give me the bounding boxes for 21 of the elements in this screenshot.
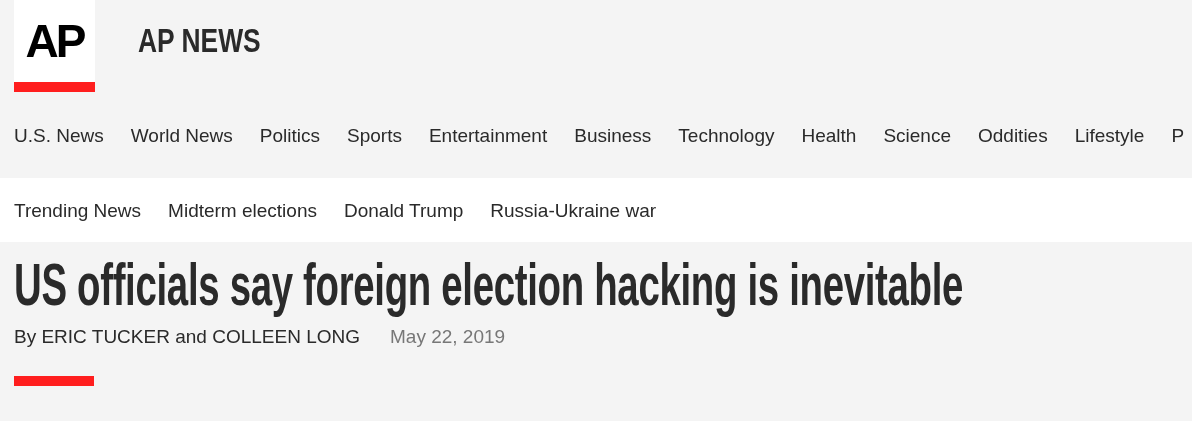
nav-link[interactable]: Health <box>801 125 857 145</box>
logo[interactable]: AP <box>14 0 95 92</box>
nav-link[interactable]: Business <box>574 125 652 145</box>
nav-link[interactable]: Lifestyle <box>1074 125 1145 145</box>
nav-link[interactable]: Science <box>883 125 951 145</box>
site-name[interactable]: AP NEWS <box>138 24 261 57</box>
trending-link[interactable]: Russia-Ukraine war <box>490 200 657 220</box>
byline: By ERIC TUCKER and COLLEEN LONG <box>14 325 360 349</box>
publish-date: May 22, 2019 <box>390 325 506 349</box>
nav-link[interactable]: Politics <box>259 125 320 145</box>
nav-link[interactable]: P <box>1171 125 1185 145</box>
nav-link[interactable]: Sports <box>347 125 402 145</box>
headline: US officials say foreign election hacking is inevitable <box>14 252 964 318</box>
nav-link[interactable]: Entertainment <box>428 125 548 145</box>
trending-link[interactable]: Midterm elections <box>168 200 317 220</box>
trending-link[interactable]: Trending News <box>14 200 142 220</box>
trending-link[interactable]: Donald Trump <box>343 200 464 220</box>
nav-link[interactable]: U.S. News <box>14 125 104 145</box>
nav-link[interactable]: Oddities <box>978 125 1048 145</box>
nav-link[interactable]: Technology <box>678 125 775 145</box>
nav-link[interactable]: World News <box>130 125 233 145</box>
